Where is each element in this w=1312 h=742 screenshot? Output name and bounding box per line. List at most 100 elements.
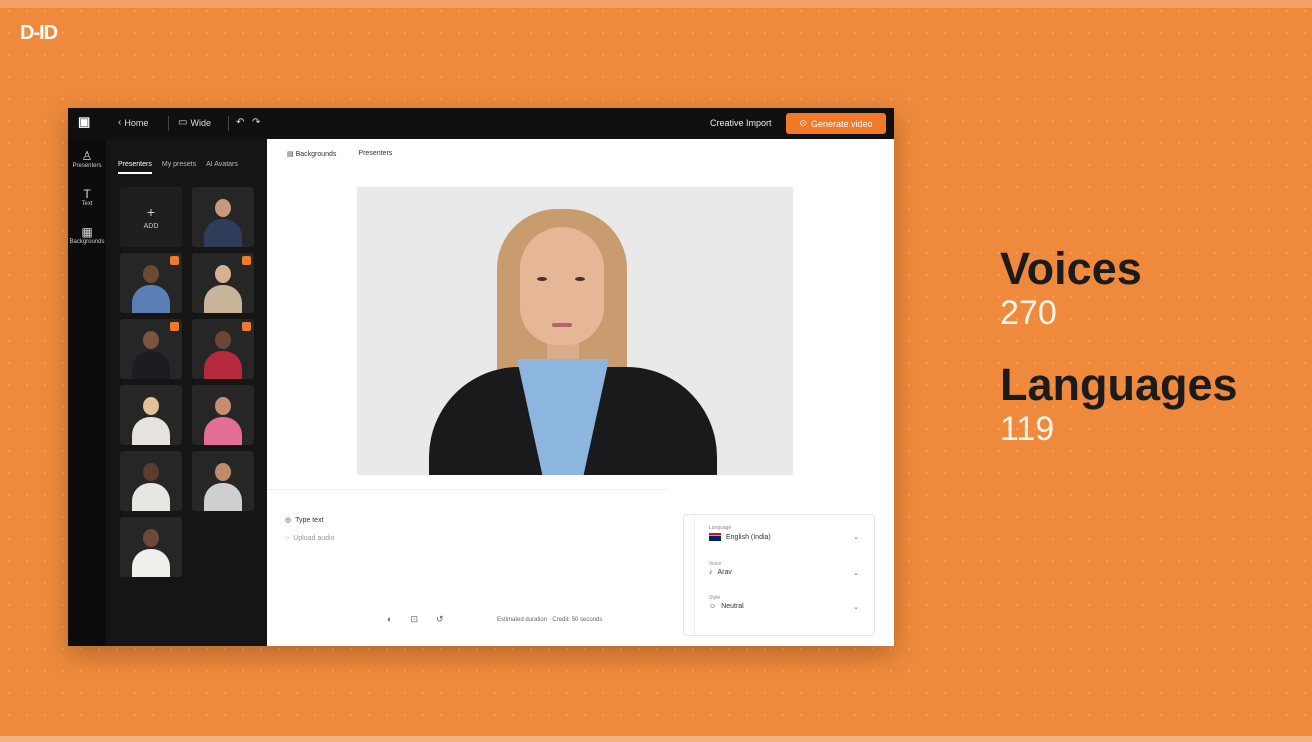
- background-icon: ▤: [287, 151, 296, 158]
- presenter-thumbnail[interactable]: [120, 517, 182, 577]
- avatar-head: [143, 265, 159, 283]
- brand-logo: D-ID: [20, 22, 58, 44]
- generate-label: Generate video: [811, 118, 873, 129]
- aspect-label: Wide: [190, 117, 211, 128]
- nav-label: Presenters: [72, 163, 102, 169]
- app-topbar: ▣ ‹ Home ▭ Wide ↶ ↷ Creative Import ⊙ Ge…: [68, 108, 894, 139]
- presenter-thumbnail[interactable]: [120, 253, 182, 313]
- pause-icon[interactable]: ⊡: [410, 614, 418, 625]
- type-text-label: Type text: [295, 516, 324, 524]
- redo-icon: ↷: [252, 117, 261, 128]
- tab-label: Backgrounds: [295, 151, 337, 158]
- presenter-tabs: Presenters My presets AI Avatars: [118, 161, 238, 174]
- type-text-option[interactable]: ◎ Type text: [285, 516, 324, 525]
- avatar-body: [204, 351, 242, 379]
- style-select[interactable]: Style ☺ Neutral ⌄: [709, 595, 859, 611]
- estimated-cost: Estimated duration · Credit: 50 seconds: [497, 617, 603, 623]
- avatar-body: [204, 483, 242, 511]
- presenter-thumbnail[interactable]: [192, 385, 254, 445]
- topbar-divider: [168, 116, 169, 131]
- text-icon: T: [83, 187, 91, 201]
- undo-icon: ↶: [236, 117, 245, 128]
- presenter-thumbnail[interactable]: [120, 385, 182, 445]
- icon-sidebar: ♙ Presenters T Text ▦ Backgrounds: [68, 139, 106, 646]
- upload-audio-option[interactable]: ○ Upload audio: [285, 535, 335, 542]
- presenter-thumbnail[interactable]: [192, 187, 254, 247]
- tab-backgrounds[interactable]: ▤ Backgrounds: [287, 150, 336, 158]
- presenter-eye: [537, 277, 547, 281]
- presenter-thumbnail[interactable]: [192, 451, 254, 511]
- style-label: Style: [709, 595, 721, 601]
- tab-ai-avatars[interactable]: AI Avatars: [206, 161, 238, 174]
- home-label: Home: [124, 117, 149, 128]
- presenter-eye: [575, 277, 585, 281]
- script-controls: ◐ ⊡ ↺: [387, 614, 444, 625]
- editor-area: ▤ Backgrounds Presenters ◎ Type text ○ U…: [267, 139, 894, 646]
- aspect-button[interactable]: ▭ Wide: [178, 117, 211, 128]
- nav-text[interactable]: T Text: [68, 187, 106, 207]
- video-frame: D-ID ▣ ‹ Home ▭ Wide ↶ ↷ Creative Import…: [0, 0, 1312, 742]
- presenter-thumbnail[interactable]: [120, 451, 182, 511]
- creative-import-link[interactable]: Creative Import: [710, 118, 772, 128]
- style-value: Neutral: [721, 603, 744, 610]
- avatar-body: [204, 417, 242, 445]
- chevron-down-icon: ⌄: [853, 534, 859, 541]
- tab-presenters[interactable]: Presenters: [118, 161, 152, 174]
- language-select[interactable]: Language English (India) ⌄: [709, 525, 859, 541]
- background-icon: ▦: [81, 225, 93, 239]
- language-value: English (India): [726, 533, 771, 541]
- avatar-body: [132, 417, 170, 445]
- presenter-icon: ♙: [81, 149, 93, 163]
- nav-presenters[interactable]: ♙ Presenters: [68, 149, 106, 169]
- app-logo-icon: ▣: [78, 114, 91, 129]
- generate-video-button[interactable]: ⊙ Generate video: [786, 113, 886, 134]
- avatar-head: [215, 199, 231, 217]
- language-label: Language: [709, 525, 732, 531]
- top-border: [0, 0, 1312, 8]
- premium-badge: [170, 256, 179, 265]
- avatar-head: [143, 331, 159, 349]
- add-presenter-button[interactable]: + ADD: [120, 187, 182, 247]
- avatar-head: [215, 331, 231, 349]
- avatar-body: [204, 285, 242, 313]
- avatar-head: [215, 265, 231, 283]
- presenter-thumbnail[interactable]: [192, 319, 254, 379]
- style-icon: ☺: [709, 603, 717, 610]
- languages-value: 119: [1000, 410, 1055, 448]
- undo-button[interactable]: ↶: [236, 117, 244, 128]
- plus-icon: +: [146, 204, 156, 220]
- tab-my-presets[interactable]: My presets: [162, 161, 196, 174]
- chevron-down-icon: ⌄: [853, 570, 859, 577]
- home-button[interactable]: ‹ Home: [118, 117, 148, 128]
- avatar-head: [143, 397, 159, 415]
- voice-value: Arav: [717, 569, 732, 576]
- uk-flag-icon: [709, 533, 721, 541]
- presenter-mouth: [552, 323, 572, 327]
- voice-settings-panel: Language English (India) ⌄ Voice ♪ Arav …: [683, 514, 875, 636]
- script-editor[interactable]: ◎ Type text ○ Upload audio ◐ ⊡ ↺ Estimat…: [267, 489, 667, 646]
- play-icon: ⊙: [799, 118, 807, 128]
- voices-value: 270: [1000, 294, 1057, 332]
- history-icon[interactable]: ↺: [436, 614, 444, 625]
- editor-tabs: ▤ Backgrounds Presenters: [287, 150, 392, 158]
- nav-label: Text: [81, 201, 93, 207]
- presenter-thumbnail[interactable]: [120, 319, 182, 379]
- play-audio-icon[interactable]: ◐: [387, 614, 392, 625]
- redo-button[interactable]: ↷: [252, 117, 260, 128]
- premium-badge: [242, 256, 251, 265]
- nav-backgrounds[interactable]: ▦ Backgrounds: [68, 225, 106, 245]
- presenter-thumbnail[interactable]: [192, 253, 254, 313]
- topbar-divider: [228, 116, 229, 131]
- presenter-preview: [357, 187, 793, 475]
- add-label: ADD: [143, 223, 159, 230]
- tab-editor-presenters[interactable]: Presenters: [358, 150, 392, 158]
- voice-select[interactable]: Voice ♪ Arav ⌄: [709, 561, 859, 577]
- avatar-body: [204, 219, 242, 247]
- text-icon: ◎: [285, 517, 292, 524]
- premium-badge: [242, 322, 251, 331]
- avatar-head: [143, 463, 159, 481]
- bottom-border: [0, 736, 1312, 742]
- voice-icon: ♪: [709, 569, 713, 576]
- upload-audio-label: Upload audio: [293, 535, 335, 542]
- avatar-head: [215, 463, 231, 481]
